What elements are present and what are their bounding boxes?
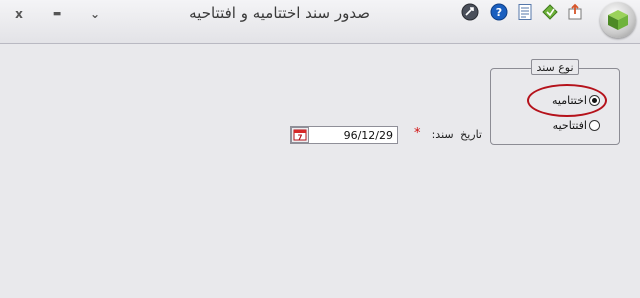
window-title: صدور سند اختتامیه و افتتاحیه <box>189 4 370 22</box>
radio-opening[interactable]: افتتاحیه <box>553 119 600 132</box>
cube-logo-icon <box>608 10 628 30</box>
required-mark: * <box>414 126 421 141</box>
radio-opening-label: افتتاحیه <box>552 119 587 132</box>
back-icon[interactable] <box>461 3 479 21</box>
title-bar: x ▬ ⌄ صدور سند اختتامیه و افتتاحیه ? <box>0 0 640 44</box>
radio-opening-circle[interactable] <box>589 120 600 131</box>
app-logo[interactable] <box>600 2 636 38</box>
svg-text:7: 7 <box>298 134 303 142</box>
help-icon[interactable]: ? <box>490 3 508 21</box>
doc-type-legend: نوع سند <box>531 59 579 75</box>
calendar-icon[interactable]: 7 <box>291 127 309 143</box>
export-icon[interactable] <box>566 3 584 21</box>
document-icon[interactable] <box>516 3 534 21</box>
minimize-button[interactable]: ▬ <box>46 5 68 23</box>
svg-text:?: ? <box>496 6 502 19</box>
shortcut-icon[interactable] <box>541 3 559 21</box>
restore-button[interactable]: ⌄ <box>84 5 106 23</box>
highlight-annotation <box>527 84 607 117</box>
date-label: تاریخ سند: <box>431 128 482 141</box>
close-button[interactable]: x <box>8 5 30 23</box>
